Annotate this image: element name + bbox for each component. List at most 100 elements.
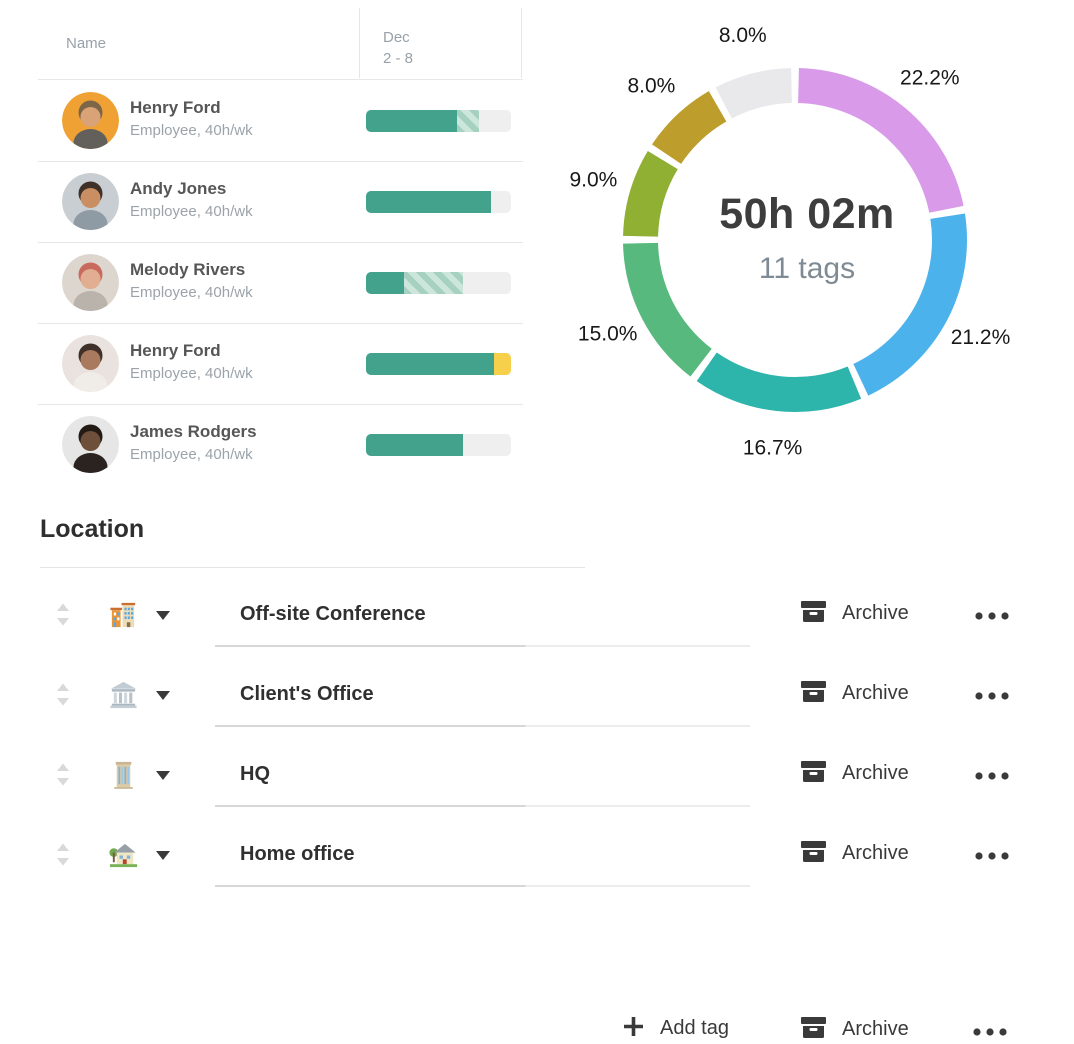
section-divider: [40, 567, 585, 568]
member-subtitle: Employee, 40h/wk: [130, 365, 253, 382]
archive-label: Archive: [842, 762, 909, 785]
location-name-field[interactable]: HQ: [240, 763, 270, 786]
team-hours-table: Name Dec 2 - 8 Henry Ford Employee, 40h/w…: [38, 0, 523, 488]
member-subtitle: Employee, 40h/wk: [130, 203, 253, 220]
period-line2: 2 - 8: [383, 50, 413, 67]
bar-overtime-segment: [494, 353, 511, 375]
name-column-header: Name: [66, 35, 106, 52]
bar-tracked-segment: [366, 272, 404, 294]
tracked-time-bar: [366, 110, 511, 132]
member-name: James Rodgers: [130, 422, 257, 442]
location-name-field[interactable]: Home office: [240, 843, 354, 866]
field-underline: [215, 725, 750, 727]
tracked-time-bar: [366, 191, 511, 213]
donut-slice[interactable]: [623, 151, 678, 237]
add-tag-label: Add tag: [660, 1017, 729, 1040]
more-options-button[interactable]: [970, 685, 1018, 708]
archive-label: Archive: [842, 682, 909, 705]
member-subtitle: Employee, 40h/wk: [130, 446, 253, 463]
add-tag-button[interactable]: Add tag: [622, 1015, 729, 1041]
field-underline: [215, 805, 750, 807]
donut-slice[interactable]: [652, 91, 726, 164]
more-options-button[interactable]: [970, 845, 1018, 868]
avatar: [62, 254, 119, 311]
archive-box-icon: [800, 679, 827, 707]
avatar: [62, 416, 119, 473]
donut-slice[interactable]: [697, 352, 861, 412]
drag-handle-icon[interactable]: [53, 840, 73, 873]
avatar: [62, 92, 119, 149]
archive-label: Archive: [842, 602, 909, 625]
bar-estimated-segment: [457, 110, 479, 132]
table-row: Andy Jones Employee, 40h/wk: [38, 162, 523, 242]
archive-box-icon: [800, 599, 827, 627]
ellipsis-icon: [974, 689, 1014, 704]
location-name-field[interactable]: Off-site Conference: [240, 603, 426, 626]
member-name: Andy Jones: [130, 179, 226, 199]
donut-slice-label: 16.7%: [743, 436, 803, 459]
member-name: Henry Ford: [130, 341, 221, 361]
section-title: Location: [40, 515, 144, 544]
archive-box-icon: [800, 839, 827, 867]
archive-button[interactable]: Archive: [800, 1015, 909, 1043]
field-underline: [215, 645, 750, 647]
hotel-icon: [108, 599, 139, 633]
drag-handle-icon[interactable]: [53, 680, 73, 713]
donut-slice-label: 9.0%: [569, 169, 617, 192]
donut-slice-label: 15.0%: [578, 323, 638, 346]
donut-slice[interactable]: [623, 243, 712, 377]
more-options-button[interactable]: [970, 765, 1018, 788]
period-column-header: Dec 2 - 8: [383, 27, 413, 69]
tracked-time-bar: [366, 272, 511, 294]
member-subtitle: Employee, 40h/wk: [130, 122, 253, 139]
donut-slice-label: 8.0%: [719, 24, 767, 47]
bar-tracked-segment: [366, 434, 463, 456]
bar-tracked-segment: [366, 353, 494, 375]
location-section: Location Add tag Archive: [0, 500, 1074, 930]
archive-label: Archive: [842, 1018, 909, 1041]
caret-down-icon: [155, 849, 171, 864]
location-emoji-picker[interactable]: [108, 679, 171, 713]
donut-slice-label: 22.2%: [900, 66, 960, 89]
table-row: Henry Ford Employee, 40h/wk: [38, 324, 523, 404]
period-line1: Dec: [383, 29, 410, 46]
drag-handle-icon[interactable]: [53, 760, 73, 793]
location-emoji-picker[interactable]: [108, 599, 171, 633]
ellipsis-icon: [972, 1025, 1012, 1040]
avatar: [62, 173, 119, 230]
member-subtitle: Employee, 40h/wk: [130, 284, 253, 301]
house-garden-icon: [108, 839, 139, 873]
field-underline: [215, 885, 750, 887]
donut-slice[interactable]: [798, 68, 963, 213]
archive-button[interactable]: Archive: [800, 759, 909, 787]
drag-handle-icon[interactable]: [53, 600, 73, 633]
archive-button[interactable]: Archive: [800, 599, 909, 627]
more-options-button[interactable]: [970, 605, 1018, 628]
classical-building-icon: [108, 679, 139, 713]
table-row: Melody Rivers Employee, 40h/wk: [38, 243, 523, 323]
table-row: James Rodgers Employee, 40h/wk: [38, 405, 523, 485]
donut-slice-label: 21.2%: [951, 326, 1011, 349]
tracked-time-bar: [366, 434, 511, 456]
member-name: Melody Rivers: [130, 260, 245, 280]
location-emoji-picker[interactable]: [108, 759, 171, 793]
more-options-button[interactable]: [968, 1021, 1016, 1044]
archive-button[interactable]: Archive: [800, 839, 909, 867]
location-emoji-picker[interactable]: [108, 839, 171, 873]
table-row: Henry Ford Employee, 40h/wk: [38, 81, 523, 161]
tracked-time-bar: [366, 353, 511, 375]
location-row: Client's Office Archive: [0, 657, 1074, 737]
member-name: Henry Ford: [130, 98, 221, 118]
location-name-field[interactable]: Client's Office: [240, 683, 374, 706]
caret-down-icon: [155, 689, 171, 704]
donut-slice[interactable]: [716, 68, 792, 118]
archive-box-icon: [800, 759, 827, 787]
avatar: [62, 335, 119, 392]
donut-slice[interactable]: [853, 214, 967, 396]
location-row: Home office Archive: [0, 817, 1074, 897]
location-row: HQ Archive: [0, 737, 1074, 817]
column-divider: [359, 8, 360, 78]
archive-button[interactable]: Archive: [800, 679, 909, 707]
ellipsis-icon: [974, 609, 1014, 624]
column-divider: [521, 8, 522, 78]
